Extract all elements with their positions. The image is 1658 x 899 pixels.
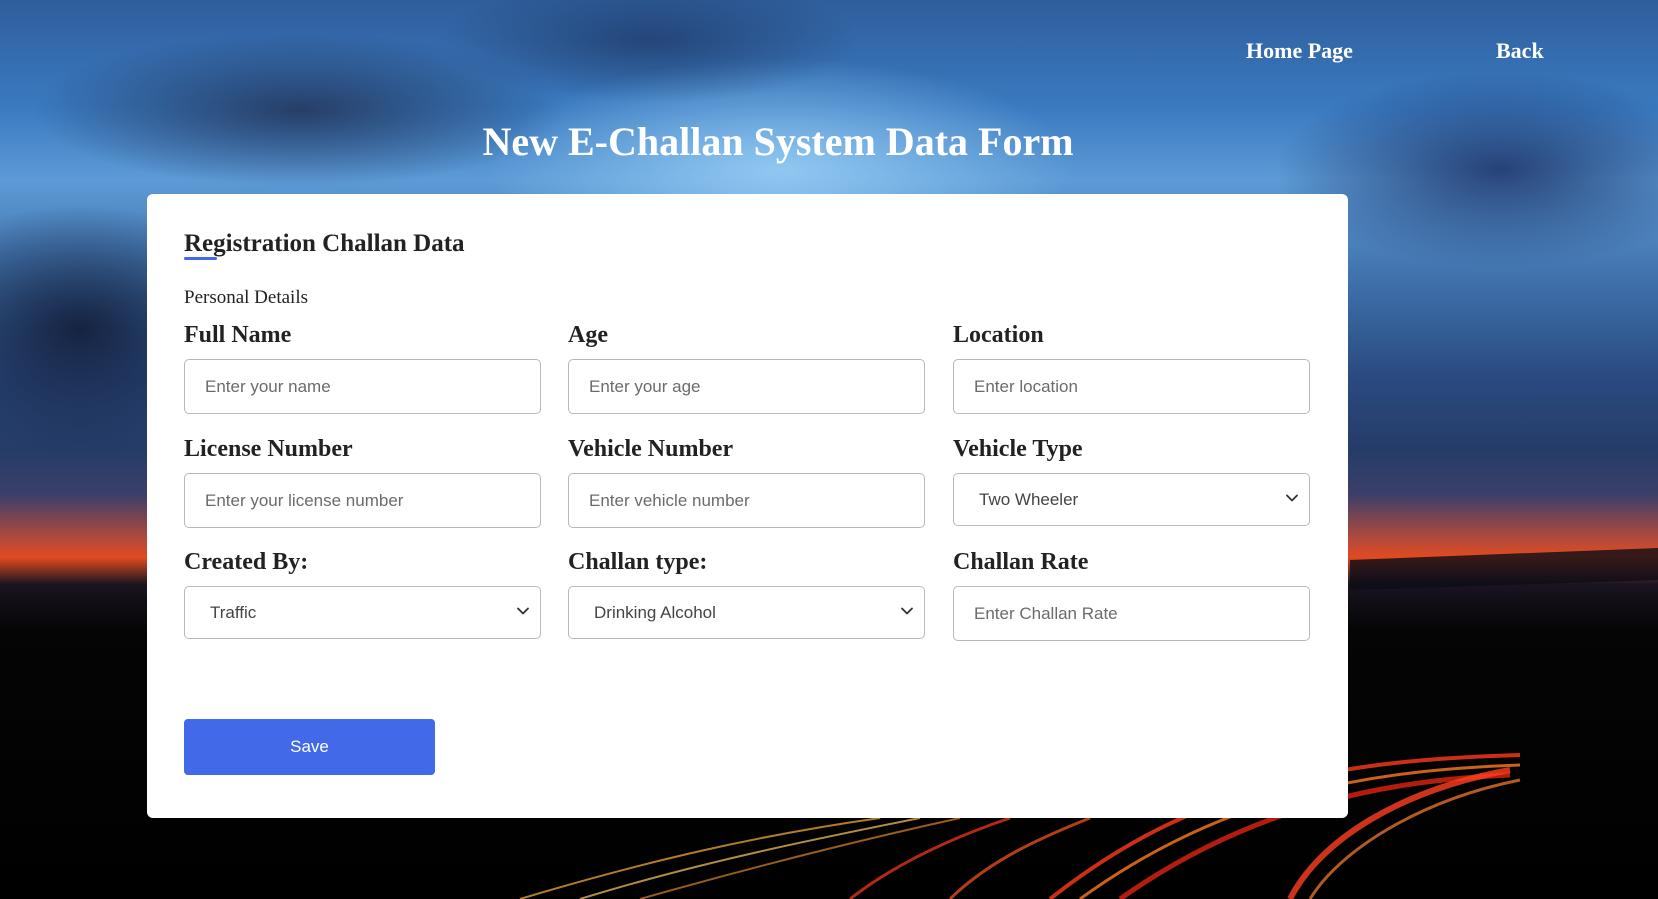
location-input[interactable] bbox=[953, 359, 1310, 414]
registration-form-card: Registration Challan Data Personal Detai… bbox=[147, 194, 1348, 818]
nav-back-link[interactable]: Back bbox=[1496, 38, 1544, 64]
age-input[interactable] bbox=[568, 359, 925, 414]
vehicle-number-field: Vehicle Number bbox=[568, 435, 925, 528]
vehicle-type-selected-value: Two Wheeler bbox=[979, 490, 1079, 509]
chevron-down-icon bbox=[1286, 494, 1298, 502]
form-title: Registration Challan Data bbox=[184, 230, 465, 257]
chevron-down-icon bbox=[517, 607, 529, 615]
full-name-label: Full Name bbox=[184, 322, 292, 348]
challan-type-selected-value: Drinking Alcohol bbox=[594, 603, 716, 622]
license-number-label: License Number bbox=[184, 436, 353, 462]
form-title-underline bbox=[184, 257, 217, 260]
license-number-input[interactable] bbox=[184, 473, 541, 528]
age-field: Age bbox=[568, 321, 925, 414]
created-by-label: Created By: bbox=[184, 549, 309, 575]
nav-home-page-link[interactable]: Home Page bbox=[1246, 38, 1353, 64]
location-field: Location bbox=[953, 321, 1310, 414]
location-label: Location bbox=[953, 322, 1044, 348]
age-label: Age bbox=[568, 322, 608, 348]
section-label-personal-details: Personal Details bbox=[184, 287, 309, 308]
vehicle-number-label: Vehicle Number bbox=[568, 436, 734, 462]
chevron-down-icon bbox=[901, 607, 913, 615]
vehicle-type-field: Vehicle Type Two Wheeler bbox=[953, 435, 1310, 526]
full-name-field: Full Name bbox=[184, 321, 541, 414]
created-by-field: Created By: Traffic bbox=[184, 548, 541, 639]
vehicle-number-input[interactable] bbox=[568, 473, 925, 528]
created-by-selected-value: Traffic bbox=[210, 603, 257, 622]
created-by-select[interactable]: Traffic bbox=[184, 586, 541, 639]
challan-type-field: Challan type: Drinking Alcohol bbox=[568, 548, 925, 639]
challan-rate-field: Challan Rate bbox=[953, 548, 1310, 641]
challan-rate-input[interactable] bbox=[953, 586, 1310, 641]
vehicle-type-select[interactable]: Two Wheeler bbox=[953, 473, 1310, 526]
challan-type-select[interactable]: Drinking Alcohol bbox=[568, 586, 925, 639]
challan-rate-label: Challan Rate bbox=[953, 549, 1089, 575]
challan-type-label: Challan type: bbox=[568, 549, 708, 575]
page-title: New E-Challan System Data Form bbox=[0, 118, 1568, 165]
vehicle-type-label: Vehicle Type bbox=[953, 436, 1083, 462]
page-title-text: New E-Challan System Data Form bbox=[482, 119, 1074, 164]
full-name-input[interactable] bbox=[184, 359, 541, 414]
license-number-field: License Number bbox=[184, 435, 541, 528]
save-button[interactable]: Save bbox=[184, 719, 435, 775]
